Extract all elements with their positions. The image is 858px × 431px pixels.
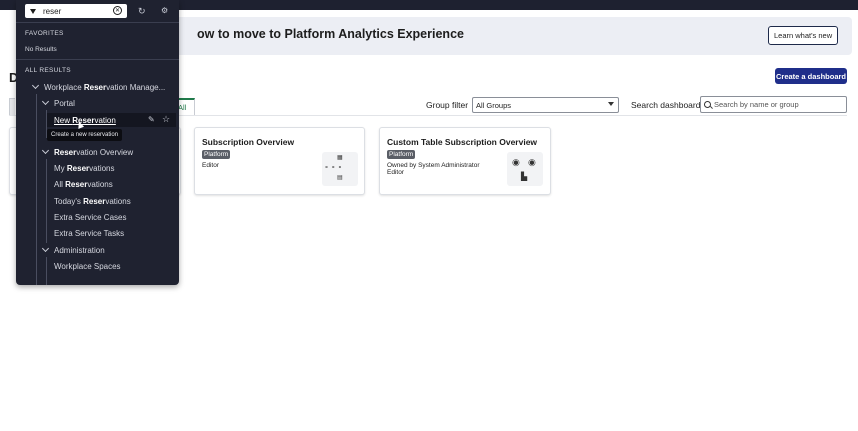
card-title: Custom Table Subscription Overview: [387, 137, 538, 147]
divider: [16, 22, 179, 23]
nav-item-extra-service-cases[interactable]: Extra Service Cases: [54, 213, 126, 222]
group-filter-value: All Groups: [476, 100, 512, 110]
caret-down-icon: [608, 102, 614, 106]
chevron-down-icon: [31, 81, 40, 90]
tree-line: [36, 94, 37, 285]
nav-section-portal[interactable]: Portal: [41, 97, 75, 108]
table-icon: ▤: [337, 175, 343, 181]
tree-line: [46, 159, 47, 243]
search-placeholder: Search by name or group: [714, 100, 799, 109]
platform-badge: Platform: [387, 150, 416, 159]
grid-icon: ▦: [337, 155, 343, 161]
card-thumbnail: ▦ ⚬ ⚬ ⚬ ▤: [322, 152, 358, 186]
tree-line: [46, 257, 47, 285]
star-icon[interactable]: ☆: [162, 114, 170, 125]
chevron-down-icon: [41, 146, 50, 155]
gauge-icon: ◉: [528, 157, 536, 167]
all-results-heading: ALL RESULTS: [25, 67, 71, 74]
create-dashboard-button[interactable]: Create a dashboard: [775, 68, 847, 84]
divider: [16, 59, 179, 60]
learn-whats-new-button[interactable]: Learn what's new: [768, 26, 839, 45]
nav-item-new-reservation-label[interactable]: New Reservation: [54, 116, 116, 125]
favorites-empty: No Results: [25, 46, 57, 53]
group-filter-label: Group filter: [426, 100, 469, 110]
nav-item-extra-service-tasks[interactable]: Extra Service Tasks: [54, 229, 124, 238]
filter-icon: [30, 8, 36, 14]
card-owner: Owned by System Administrator: [387, 162, 480, 169]
nav-item-workplace-spaces[interactable]: Workplace Spaces: [54, 262, 121, 271]
group-filter-select[interactable]: All Groups: [472, 97, 619, 113]
tab-all[interactable]: All: [178, 98, 195, 116]
dot-icon: ⚬ ⚬ ⚬: [324, 165, 343, 171]
gauge-icon: ◉: [512, 157, 520, 167]
card-role: Editor: [387, 169, 404, 176]
chevron-down-icon: [41, 97, 50, 106]
tab-first[interactable]: [9, 98, 15, 116]
chevron-down-icon: [41, 244, 50, 253]
filter-value: reser: [43, 6, 62, 16]
edit-icon[interactable]: ✎: [148, 115, 155, 124]
tooltip: Create a new reservation: [47, 129, 123, 141]
platform-badge: Platform: [202, 150, 231, 159]
nav-section-administration[interactable]: Administration: [41, 244, 105, 255]
search-dashboard-input[interactable]: Search by name or group: [700, 96, 847, 113]
filter-navigator-input[interactable]: reser ✕: [25, 4, 127, 18]
all-menu-navigator: reser ✕ ↻ ⚙ FAVORITES No Results ALL RES…: [16, 0, 179, 285]
nav-section-reservation-overview[interactable]: Reservation Overview: [41, 146, 133, 157]
clear-icon[interactable]: ✕: [113, 6, 122, 15]
favorites-heading: FAVORITES: [25, 30, 64, 37]
settings-icon[interactable]: ⚙: [161, 6, 168, 15]
nav-item-todays-reservations[interactable]: Today's Reservations: [54, 197, 131, 206]
card-title: Subscription Overview: [202, 137, 295, 147]
dashboard-card-custom-table-subscription[interactable]: Custom Table Subscription Overview Platf…: [379, 127, 551, 195]
nav-item-my-reservations[interactable]: My Reservations: [54, 164, 115, 173]
banner-title: ow to move to Platform Analytics Experie…: [197, 27, 464, 41]
dashboard-card-subscription-overview[interactable]: Subscription Overview Platform Editor ▦ …: [194, 127, 365, 195]
refresh-icon[interactable]: ↻: [138, 6, 146, 17]
search-icon: [704, 101, 711, 108]
card-role: Editor: [202, 162, 219, 169]
search-dashboard-label: Search dashboard: [631, 100, 701, 110]
nav-app-workplace-reservation[interactable]: Workplace Reservation Manage...: [31, 81, 165, 92]
bar-chart-icon: ▙: [521, 172, 528, 181]
nav-item-all-reservations[interactable]: All Reservations: [54, 180, 113, 189]
card-thumbnail: ◉ ◉ ▙: [507, 152, 543, 186]
